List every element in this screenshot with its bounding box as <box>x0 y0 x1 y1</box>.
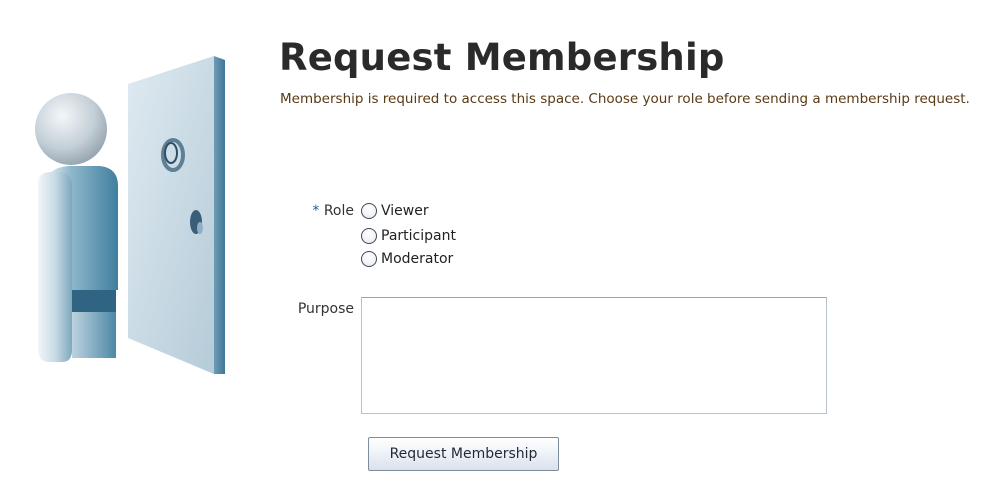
required-marker: * <box>312 203 320 219</box>
role-option-viewer[interactable]: Viewer <box>361 200 429 222</box>
role-label: * Role <box>312 202 354 220</box>
purpose-textarea[interactable] <box>361 297 827 414</box>
role-option-label: Moderator <box>381 251 454 267</box>
radio-button[interactable] <box>361 251 377 267</box>
role-option-moderator[interactable]: Moderator <box>361 248 453 270</box>
role-option-participant[interactable]: Participant <box>361 225 456 247</box>
page-title: Request Membership <box>279 36 725 79</box>
page-description: Membership is required to access this sp… <box>280 91 970 107</box>
person-at-door-icon <box>28 52 228 377</box>
radio-button[interactable] <box>361 228 377 244</box>
role-option-label: Participant <box>381 228 456 244</box>
radio-button[interactable] <box>361 203 377 219</box>
request-membership-button[interactable]: Request Membership <box>368 437 559 471</box>
role-label-text: Role <box>323 203 354 219</box>
role-option-label: Viewer <box>381 203 429 219</box>
purpose-label: Purpose <box>297 301 354 317</box>
